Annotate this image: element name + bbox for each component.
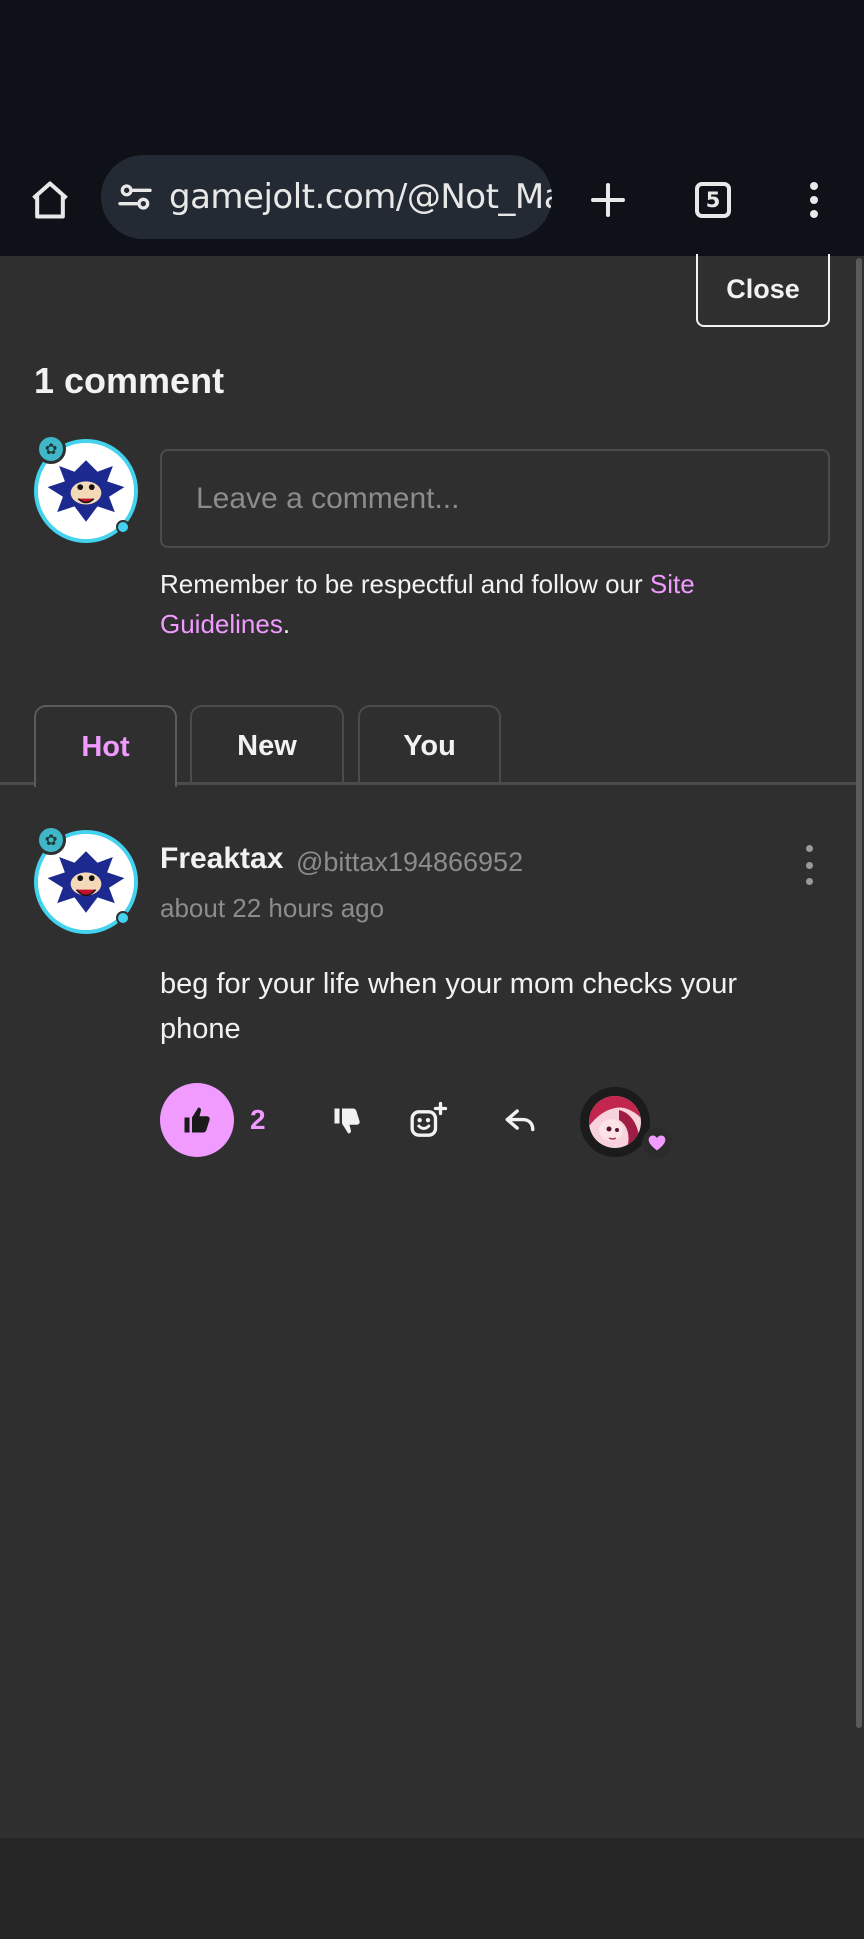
comment-body: beg for your life when your mom checks y… (160, 968, 738, 1045)
tab-hot[interactable]: Hot (34, 705, 177, 787)
tab-new[interactable]: New (190, 705, 344, 785)
browser-menu-button[interactable] (794, 170, 834, 230)
dislike-button[interactable] (326, 1100, 368, 1142)
heart-icon (648, 1135, 666, 1151)
add-reaction-button[interactable] (405, 1098, 451, 1144)
guidelines-notice: Remember to be respectful and follow our… (160, 564, 830, 644)
close-button[interactable]: Close (696, 254, 830, 327)
browser-toolbar: gamejolt.com/@Not_Ma 5 (0, 150, 864, 256)
like-button[interactable] (160, 1083, 234, 1157)
bottom-area (0, 1838, 864, 1939)
like-count[interactable]: 2 (250, 1104, 266, 1136)
reply-button[interactable] (499, 1100, 541, 1142)
add-reaction-icon (410, 1101, 448, 1137)
comment-timestamp[interactable]: about 22 hours ago (160, 893, 384, 924)
url-text[interactable]: gamejolt.com/@Not_Ma (169, 177, 552, 217)
avatar-frame-badge: ✿ (36, 434, 66, 464)
comment-input[interactable]: Leave a comment... (160, 449, 830, 548)
home-icon (32, 181, 68, 219)
guidelines-suffix: . (282, 609, 291, 639)
more-dot (805, 861, 813, 869)
tab-switcher-button[interactable]: 5 (683, 170, 743, 230)
comment-menu-button[interactable] (798, 845, 820, 885)
thumbs-down-icon (334, 1108, 360, 1134)
address-bar[interactable]: gamejolt.com/@Not_Ma (101, 155, 552, 239)
more-vertical-icon (805, 845, 813, 852)
scrollbar[interactable] (856, 258, 862, 1728)
avatar-status-dot (116, 911, 130, 925)
thumbs-up-icon (184, 1107, 210, 1133)
home-button[interactable] (20, 170, 80, 230)
tab-you[interactable]: You (358, 705, 501, 785)
more-vertical-icon (810, 182, 818, 218)
avatar-frame-badge: ✿ (36, 825, 66, 855)
reaction-heart-badge (642, 1128, 672, 1158)
guidelines-prefix: Remember to be respectful and follow our (160, 569, 650, 599)
tab-count: 5 (705, 188, 721, 212)
more-dot (805, 878, 813, 885)
tune-icon[interactable] (115, 177, 155, 217)
reactor-avatar[interactable] (580, 1087, 650, 1157)
status-area (0, 0, 864, 150)
plus-icon (591, 183, 625, 217)
reply-icon (505, 1109, 535, 1132)
new-tab-button[interactable] (578, 170, 638, 230)
reactor-avatar-image (589, 1096, 641, 1148)
comment-count-heading: 1 comment (34, 360, 225, 401)
avatar-status-dot (116, 520, 130, 534)
tab-switcher-icon: 5 (695, 182, 731, 218)
comment-author-name[interactable]: Freaktax (160, 842, 283, 876)
comment-author-handle[interactable]: @bittax194866952 (296, 847, 523, 878)
